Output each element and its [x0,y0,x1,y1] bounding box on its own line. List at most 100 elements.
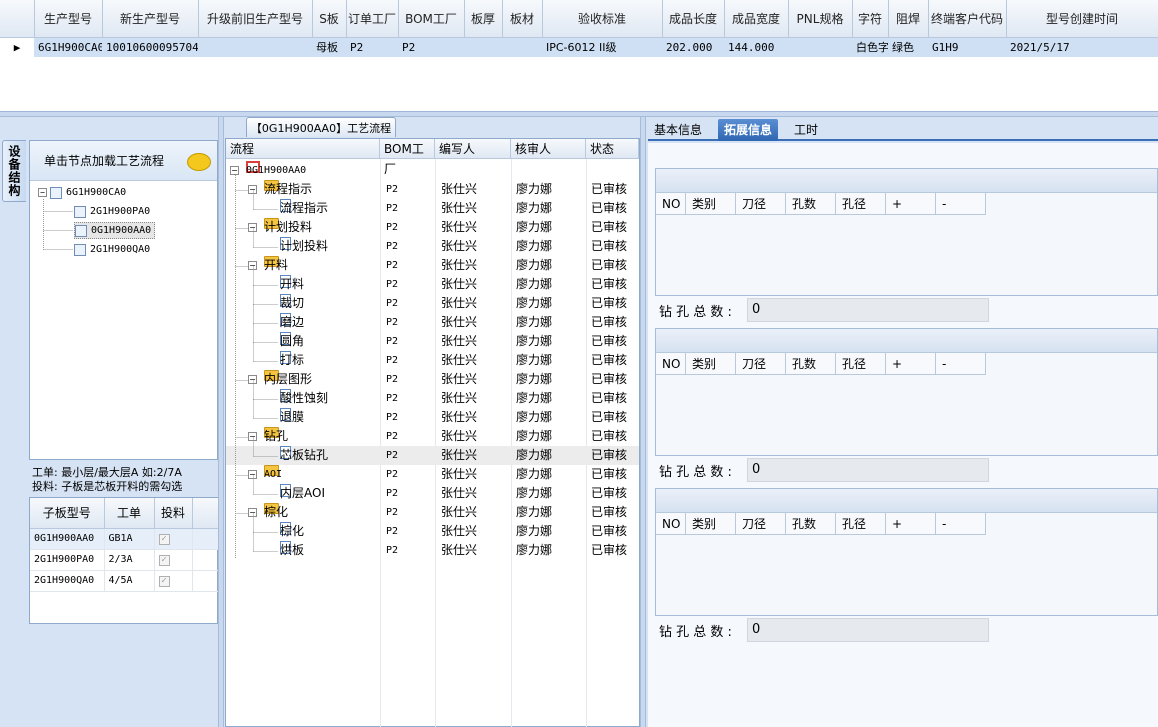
drill-col-header[interactable]: - [936,353,986,375]
table-row[interactable]: ▶ 6G1H900CA0 10010600095704 母板 P2 P2 IPC… [0,37,1158,57]
table-row[interactable]: 0G1H900AA0 GB1A ✓ [30,528,220,550]
cell[interactable]: 6G1H900CA0 [34,37,102,57]
cell[interactable]: GB1A [104,528,155,550]
col-header[interactable]: 终端客户代码 [928,0,1007,38]
drill-col-header[interactable]: 类别 [686,353,736,375]
tree-node[interactable]: 2G1H900QA0 [74,241,150,258]
cell[interactable] [502,37,542,57]
col-header[interactable]: 订单工厂 [346,0,399,38]
drill-col-header[interactable]: 孔径 [836,193,886,215]
cell[interactable]: P2 [398,37,464,57]
drill-total-field[interactable]: 0 [747,298,989,322]
table-row[interactable]: 2G1H900QA0 4/5A ✓ [30,570,220,592]
cell[interactable]: ✓ [154,549,193,571]
drill-col-header[interactable]: 刀径 [736,513,786,535]
drill-col-header[interactable]: 刀径 [736,353,786,375]
cell[interactable]: 母板 [312,37,346,57]
col-header[interactable]: 验收标准 [542,0,663,38]
device-structure-tab[interactable]: 设备结构 [2,140,26,202]
tab-work-hours[interactable]: 工时 [788,119,824,141]
process-step-row[interactable]: 打标 P2 张仕兴 廖力娜 已审核 [226,351,639,370]
cell[interactable]: 绿色 [888,37,928,57]
tab-basic-info[interactable]: 基本信息 [648,119,708,141]
cell[interactable]: ✓ [154,528,193,550]
col-header[interactable]: 状态 [586,139,639,159]
process-step-row[interactable]: 芯板钻孔 P2 张仕兴 廖力娜 已审核 [226,446,639,465]
col-header[interactable]: 型号创建时间 [1006,0,1158,38]
cell[interactable]: IPC-6012 II级 [542,37,662,57]
process-step-row[interactable]: 磨边 P2 张仕兴 廖力娜 已审核 [226,313,639,332]
process-group-row[interactable]: − AOI P2 张仕兴 廖力娜 已审核 [226,465,639,484]
col-header[interactable]: 工单 [104,498,155,529]
col-header[interactable]: 生产型号 [34,0,103,38]
drill-col-header[interactable]: 刀径 [736,193,786,215]
col-header[interactable]: 升级前旧生产型号 [198,0,313,38]
row-marker[interactable]: ▶ [0,37,34,57]
process-step-row[interactable]: 棕化 P2 张仕兴 廖力娜 已审核 [226,522,639,541]
col-header[interactable]: 成品宽度 [724,0,789,38]
cell[interactable]: 4/5A [104,570,155,592]
cell[interactable]: 144.000 [724,37,788,57]
cell[interactable] [788,37,852,57]
drill-col-header[interactable]: 孔径 [836,353,886,375]
process-step-row[interactable]: 内层AOI P2 张仕兴 廖力娜 已审核 [226,484,639,503]
drill-col-header[interactable]: + [886,513,936,535]
drill-col-header[interactable]: 类别 [686,193,736,215]
left-splitter[interactable] [218,117,224,727]
cell[interactable]: 2G1H900QA0 [30,570,105,592]
drill-col-header[interactable]: NO [656,193,686,215]
table-row[interactable]: 2G1H900PA0 2/3A ✓ [30,549,220,571]
tree-node[interactable]: 2G1H900PA0 [74,203,150,220]
col-header[interactable]: PNL规格 [788,0,853,38]
col-header[interactable]: 核审人 [511,139,586,159]
col-header[interactable]: 字符 [852,0,889,38]
process-step-row[interactable]: 退膜 P2 张仕兴 廖力娜 已审核 [226,408,639,427]
drill-col-header[interactable]: + [886,193,936,215]
process-step-row[interactable]: 开料 P2 张仕兴 廖力娜 已审核 [226,275,639,294]
cell[interactable]: 2021/5/17 [1006,37,1158,57]
col-header[interactable]: 板材 [502,0,543,38]
process-group-row[interactable]: − 开料 P2 张仕兴 廖力娜 已审核 [226,256,639,275]
drill-col-header[interactable]: 类别 [686,513,736,535]
process-group-row[interactable]: − 棕化 P2 张仕兴 廖力娜 已审核 [226,503,639,522]
drill-col-header[interactable]: 孔数 [786,193,836,215]
middle-splitter[interactable] [640,117,646,727]
process-group-row[interactable]: − 内层图形 P2 张仕兴 廖力娜 已审核 [226,370,639,389]
process-step-row[interactable]: 计划投料 P2 张仕兴 廖力娜 已审核 [226,237,639,256]
cell[interactable] [464,37,502,57]
process-step-row[interactable]: 圆角 P2 张仕兴 廖力娜 已审核 [226,332,639,351]
col-header[interactable]: 子板型号 [30,498,105,529]
cell[interactable]: 0G1H900AA0 [30,528,105,550]
process-group-row[interactable]: − 计划投料 P2 张仕兴 廖力娜 已审核 [226,218,639,237]
cell[interactable]: 10010600095704 [102,37,198,57]
collapse-icon[interactable]: − [38,188,47,197]
cell[interactable]: 2G1H900PA0 [30,549,105,571]
process-group-row[interactable]: − 流程指示 P2 张仕兴 廖力娜 已审核 [226,180,639,199]
process-step-row[interactable]: 烘板 P2 张仕兴 廖力娜 已审核 [226,541,639,560]
drill-total-field[interactable]: 0 [747,458,989,482]
feed-checkbox[interactable]: ✓ [158,533,170,545]
col-header[interactable]: BOM工厂 [380,139,435,176]
tree-node-selected[interactable]: 0G1H900AA0 [74,222,156,239]
drill-col-header[interactable]: + [886,353,936,375]
feed-checkbox[interactable]: ✓ [158,554,170,566]
drill-total-field[interactable]: 0 [747,618,989,642]
col-header[interactable]: 成品长度 [662,0,725,38]
drill-col-header[interactable]: 孔数 [786,353,836,375]
drill-col-header[interactable]: 孔径 [836,513,886,535]
process-group-row[interactable]: − 钻孔 P2 张仕兴 廖力娜 已审核 [226,427,639,446]
cell[interactable]: G1H9 [928,37,1006,57]
cell[interactable] [198,37,312,57]
col-header[interactable]: 阻焊 [888,0,929,38]
col-header[interactable]: BOM工厂 [398,0,465,38]
cell[interactable]: 202.000 [662,37,724,57]
drill-col-header[interactable]: NO [656,353,686,375]
cell[interactable]: P2 [346,37,398,57]
process-step-row[interactable]: 流程指示 P2 张仕兴 廖力娜 已审核 [226,199,639,218]
drill-col-header[interactable]: - [936,513,986,535]
drill-col-header[interactable]: - [936,193,986,215]
tab-extended-info[interactable]: 拓展信息 [718,119,779,141]
cell[interactable]: 白色字符 [852,37,888,57]
drill-col-header[interactable]: 孔数 [786,513,836,535]
col-header[interactable]: 板厚 [464,0,503,38]
